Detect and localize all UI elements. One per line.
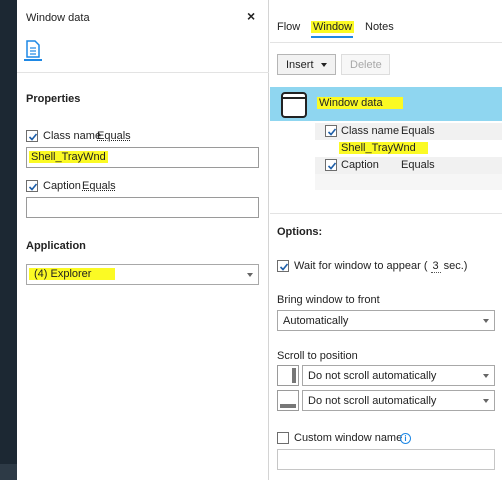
tree-caption-operator: Equals	[401, 159, 435, 171]
tree-class-name-operator: Equals	[401, 125, 435, 137]
chevron-down-icon	[321, 63, 327, 67]
vertical-scroll-select[interactable]: Do not scroll automatically	[302, 365, 495, 386]
chevron-down-icon	[483, 399, 489, 403]
chevron-down-icon	[483, 319, 489, 323]
delete-label: Delete	[350, 59, 382, 71]
wait-for-window-checkbox[interactable]	[277, 260, 289, 272]
bring-to-front-value: Automatically	[283, 315, 349, 327]
bring-to-front-label: Bring window to front	[277, 294, 380, 306]
insert-button[interactable]: Insert	[277, 54, 336, 75]
divider	[270, 42, 502, 43]
chevron-down-icon	[483, 374, 489, 378]
horizontal-scroll-select[interactable]: Do not scroll automatically	[302, 390, 495, 411]
application-select[interactable]: (4) Explorer	[26, 264, 259, 285]
horizontal-scroll-value: Do not scroll automatically	[308, 395, 437, 407]
class-name-operator[interactable]: Equals	[97, 130, 131, 142]
properties-panel: Window data × Properties Class name Equa…	[17, 0, 269, 480]
tree-class-name-value: Shell_TrayWnd	[339, 142, 428, 154]
custom-window-name-label: Custom window name	[294, 432, 403, 444]
app-sidebar-strip-footer	[0, 464, 17, 480]
caption-checkbox[interactable]	[26, 180, 38, 192]
properties-heading: Properties	[26, 93, 81, 105]
info-icon[interactable]: i	[400, 433, 411, 444]
tree-filler	[315, 174, 502, 190]
class-name-value: Shell_TrayWnd	[29, 151, 108, 163]
insert-label: Insert	[286, 59, 314, 71]
caption-label: Caption	[43, 180, 81, 192]
close-icon[interactable]: ×	[247, 9, 255, 23]
tab-flow[interactable]: Flow	[277, 21, 300, 33]
divider	[270, 213, 502, 214]
tree-class-name-checkbox[interactable]	[325, 125, 337, 137]
tree-root-text: Window data	[317, 97, 403, 109]
tab-window[interactable]: Window	[311, 21, 355, 33]
application-value: (4) Explorer	[29, 268, 116, 280]
wait-for-window-label: Wait for window to appear ( 3 sec.)	[294, 260, 467, 273]
bring-to-front-select[interactable]: Automatically	[277, 310, 495, 331]
class-name-field[interactable]: Shell_TrayWnd	[26, 147, 259, 168]
active-tab-indicator	[24, 59, 42, 61]
tree-class-name-value-text: Shell_TrayWnd	[339, 142, 428, 154]
tree-root-label: Window data	[317, 97, 403, 109]
active-tab-indicator	[311, 36, 353, 38]
app-sidebar-strip	[0, 0, 17, 480]
scroll-position-label: Scroll to position	[277, 350, 358, 362]
tab-notes[interactable]: Notes	[365, 21, 394, 33]
editor-panel: Flow Window Notes Insert Delete Window d…	[270, 0, 502, 480]
tree-caption-checkbox[interactable]	[325, 159, 337, 171]
caption-operator[interactable]: Equals	[82, 180, 116, 192]
window-icon	[281, 92, 307, 118]
custom-window-name-checkbox[interactable]	[277, 432, 289, 444]
caption-field[interactable]	[26, 197, 259, 218]
panel-title: Window data	[26, 12, 90, 24]
vertical-scroll-value: Do not scroll automatically	[308, 370, 437, 382]
class-name-label: Class name	[43, 130, 102, 142]
application-heading: Application	[26, 240, 86, 252]
delete-button[interactable]: Delete	[341, 54, 390, 75]
chevron-down-icon	[247, 273, 253, 277]
document-icon[interactable]	[26, 40, 40, 58]
options-heading: Options:	[277, 226, 323, 238]
tab-window-label: Window	[311, 21, 355, 33]
custom-window-name-field[interactable]	[277, 449, 495, 470]
wait-label-suffix: sec.)	[443, 260, 468, 272]
class-name-checkbox[interactable]	[26, 130, 38, 142]
tree-caption-label: Caption	[341, 159, 379, 171]
tree-class-name-label: Class name	[341, 125, 400, 137]
wait-seconds-input[interactable]: 3	[430, 260, 441, 273]
vertical-scroll-icon	[277, 365, 299, 386]
wait-label-prefix: Wait for window to appear (	[294, 260, 428, 272]
horizontal-scroll-icon	[277, 390, 299, 411]
divider	[17, 72, 269, 73]
